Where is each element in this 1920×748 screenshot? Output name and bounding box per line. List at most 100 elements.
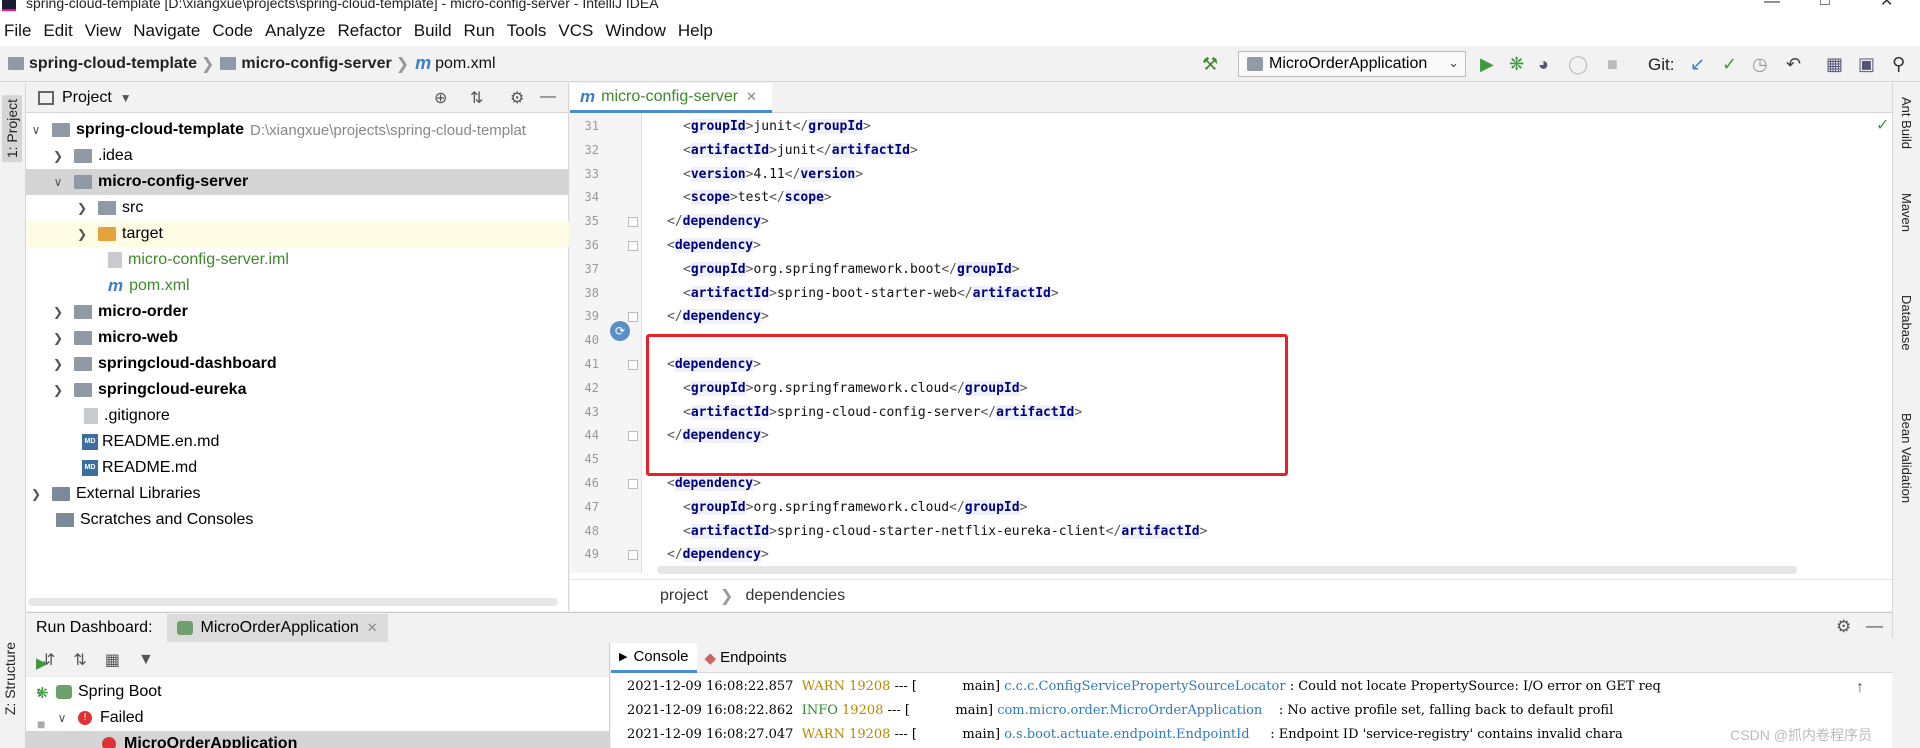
menu-tools[interactable]: Tools	[507, 21, 547, 41]
fold-marker-icon[interactable]	[628, 360, 638, 370]
tree-item[interactable]: m pom.xml	[26, 273, 569, 299]
collapse-all-icon[interactable]: ⇅	[470, 88, 483, 108]
menu-navigate[interactable]: Navigate	[133, 21, 200, 41]
menu-code[interactable]: Code	[212, 21, 253, 41]
breadcrumb-root[interactable]: spring-cloud-template	[29, 55, 197, 73]
run-dashboard-toolbar: ⇵ ⇅ ▦ ▼	[26, 643, 609, 677]
tree-item[interactable]: Scratches and Consoles	[26, 507, 569, 533]
git-commit-icon[interactable]: ✓	[1722, 54, 1737, 75]
tree-item[interactable]: ∨ spring-cloud-template D:\xiangxue\proj…	[26, 117, 569, 143]
menu-analyze[interactable]: Analyze	[265, 21, 325, 41]
spring-boot-icon	[56, 685, 72, 699]
fold-marker-icon[interactable]	[628, 241, 638, 251]
menu-vcs[interactable]: VCS	[558, 21, 593, 41]
run-icon[interactable]: ▶	[36, 654, 48, 672]
tree-item[interactable]: MD README.md	[26, 455, 569, 481]
editor-breadcrumb-item[interactable]: dependencies	[745, 587, 845, 605]
gear-icon[interactable]: ⚙	[510, 88, 524, 108]
tab-endpoints[interactable]: ◆ Endpoints	[697, 643, 795, 673]
debug-icon[interactable]: ❋	[1509, 54, 1524, 75]
menu-edit[interactable]: Edit	[43, 21, 72, 41]
fold-marker-icon[interactable]	[628, 479, 638, 489]
tree-item[interactable]: ❯ micro-web	[26, 325, 569, 351]
code-area[interactable]: <groupId>junit</groupId> <artifactId>juni…	[643, 113, 1843, 573]
tab-database[interactable]: Database	[1899, 295, 1914, 351]
stop-icon[interactable]: ■	[37, 716, 45, 732]
tree-item[interactable]: ❯ .idea	[26, 143, 569, 169]
run-dashboard-tab[interactable]: MicroOrderApplication ✕	[166, 614, 388, 642]
code-line: <dependency>	[667, 357, 761, 372]
hide-icon[interactable]: —	[540, 88, 556, 106]
hide-icon[interactable]: —	[1866, 616, 1883, 636]
tree-item-selected[interactable]: MicroOrderApplication	[26, 731, 609, 748]
tree-item-selected[interactable]: ∨ micro-config-server	[26, 169, 569, 195]
tree-item[interactable]: ❯ springcloud-dashboard	[26, 351, 569, 377]
minimize-icon[interactable]: —	[1764, 0, 1780, 10]
git-rollback-icon[interactable]: ↶	[1786, 54, 1801, 75]
tree-item[interactable]: ∨ ! Failed	[56, 705, 144, 731]
coverage-icon[interactable]: ◕	[1538, 54, 1549, 75]
layout-icon[interactable]: ▣	[1858, 54, 1875, 75]
fold-marker-icon[interactable]	[628, 217, 638, 228]
folder-icon	[52, 123, 70, 137]
tab-console[interactable]: ▶ Console	[611, 642, 697, 673]
horizontal-scrollbar[interactable]	[28, 598, 558, 606]
markdown-file-icon: MD	[82, 460, 98, 476]
chevron-down-icon[interactable]: ▼	[120, 91, 132, 105]
tab-bean-validation[interactable]: Bean Validation	[1899, 413, 1914, 503]
search-icon[interactable]: ⚲	[1892, 54, 1905, 75]
gear-icon[interactable]: ⚙	[1836, 617, 1851, 637]
menu-view[interactable]: View	[85, 21, 122, 41]
close-tab-icon[interactable]: ✕	[746, 89, 757, 105]
profile-icon[interactable]: ◯	[1568, 54, 1588, 75]
fold-marker-icon[interactable]	[628, 431, 638, 442]
tree-item[interactable]: ❯ src	[26, 195, 569, 221]
project-panel-title[interactable]: Project	[62, 89, 112, 107]
group-icon[interactable]: ▦	[105, 650, 120, 670]
editor-tab-pom[interactable]: m micro-config-server ✕	[570, 83, 772, 113]
editor-horizontal-scrollbar[interactable]	[657, 566, 1797, 574]
git-update-icon[interactable]: ↙	[1690, 54, 1705, 75]
close-tab-icon[interactable]: ✕	[367, 620, 378, 636]
stop-icon[interactable]: ■	[1607, 54, 1618, 75]
tree-item[interactable]: ❯ External Libraries	[26, 481, 569, 507]
tab-project[interactable]: 1: Project	[2, 95, 22, 163]
build-hammer-icon[interactable]: ⚒	[1202, 54, 1218, 75]
menu-file[interactable]: File	[4, 21, 31, 41]
project-structure-icon[interactable]: ▦	[1826, 54, 1843, 75]
editor-breadcrumb-item[interactable]: project	[660, 587, 708, 605]
breadcrumb-module[interactable]: micro-config-server	[241, 55, 391, 73]
git-history-icon[interactable]: ◷	[1752, 54, 1768, 75]
spring-bean-gutter-icon[interactable]: ⟳	[610, 321, 630, 341]
menu-window[interactable]: Window	[605, 21, 665, 41]
fold-marker-icon[interactable]	[628, 550, 638, 561]
menu-build[interactable]: Build	[414, 21, 452, 41]
tree-item-label: micro-config-server.iml	[128, 251, 289, 268]
tree-item[interactable]: MD README.en.md	[26, 429, 569, 455]
maximize-icon[interactable]: □	[1820, 0, 1830, 9]
tree-item[interactable]: ❯ target	[26, 221, 569, 247]
tree-item[interactable]: .gitignore	[26, 403, 569, 429]
watermark: CSDN @抓内卷程序员	[1730, 727, 1872, 743]
folder-icon	[220, 57, 237, 70]
tree-item[interactable]: micro-config-server.iml	[26, 247, 569, 273]
tab-ant-build[interactable]: Ant Build	[1899, 97, 1914, 149]
debug-icon[interactable]: ❋	[36, 684, 49, 702]
tree-item[interactable]: ❯ springcloud-eureka	[26, 377, 569, 403]
log-line: 2021-12-09 16:08:22.857 WARN 19208 --- […	[627, 679, 1661, 694]
fold-marker-icon[interactable]	[628, 312, 638, 323]
tab-maven[interactable]: Maven	[1899, 193, 1914, 232]
run-icon[interactable]: ▶	[1480, 54, 1494, 75]
tree-item[interactable]: ❯ micro-order	[26, 299, 569, 325]
menu-refactor[interactable]: Refactor	[337, 21, 401, 41]
scroll-up-icon[interactable]: ↑	[1856, 679, 1864, 697]
locate-icon[interactable]: ⊕	[434, 88, 447, 108]
collapse-all-icon[interactable]: ⇅	[73, 650, 86, 670]
tree-item[interactable]: ∨ Spring Boot	[34, 679, 162, 705]
close-icon[interactable]: ✕	[1880, 0, 1893, 10]
menu-run[interactable]: Run	[464, 21, 495, 41]
breadcrumb-file[interactable]: pom.xml	[435, 55, 495, 73]
menu-help[interactable]: Help	[678, 21, 713, 41]
run-configuration-select[interactable]: MicroOrderApplication ⌄	[1238, 51, 1466, 77]
filter-icon[interactable]: ▼	[138, 651, 154, 669]
